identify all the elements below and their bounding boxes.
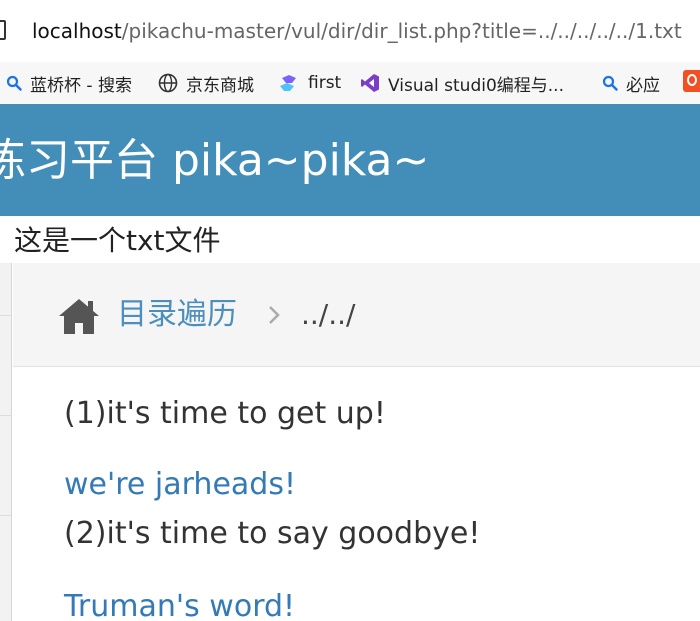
url-path: /pikachu-master/vul/dir/dir_list.php?tit… <box>121 19 682 43</box>
bookmark-visual-studio[interactable]: Visual studi0编程与... <box>360 70 564 96</box>
bookmark-label: 京东商城 <box>186 75 254 96</box>
site-title[interactable]: 练习平台 pika~pika~ <box>0 134 429 188</box>
cloud-icon <box>278 74 300 92</box>
home-icon[interactable] <box>57 296 101 336</box>
sidebar-divider <box>0 315 12 316</box>
bookmark-label: 蓝桥杯 - 搜索 <box>30 75 132 96</box>
bookmark-label: Visual studi0编程与... <box>388 75 564 96</box>
bookmark-label: first <box>308 73 342 93</box>
address-bar[interactable]: localhost/pikachu-master/vul/dir/dir_lis… <box>0 0 700 62</box>
sidebar-divider <box>0 415 12 416</box>
content-link[interactable]: Truman's word! <box>64 587 295 621</box>
url-host: localhost <box>32 19 122 43</box>
breadcrumb-link[interactable]: 目录遍历 <box>117 295 237 335</box>
included-file-text: 这是一个txt文件 <box>14 224 221 257</box>
visual-studio-icon <box>360 73 380 93</box>
breadcrumb-current: ../../ <box>301 298 356 331</box>
main-content: (1)it's time to get up! we're jarheads! … <box>13 367 700 621</box>
content-line: (2)it's time to say goodbye! <box>64 516 481 551</box>
page-info-icon[interactable] <box>0 20 6 40</box>
search-icon <box>6 75 22 91</box>
bookmark-bing[interactable]: 必应 <box>602 70 660 96</box>
bookmark-label: 必应 <box>626 75 660 96</box>
sidebar-collapsed <box>0 263 12 621</box>
bookmark-jd[interactable]: 京东商城 <box>158 70 254 96</box>
bookmark-overflow-icon[interactable] <box>683 70 700 92</box>
sidebar-divider <box>0 515 12 516</box>
globe-icon <box>158 73 178 93</box>
content-line: (1)it's time to get up! <box>64 396 386 431</box>
bookmarks-bar: 蓝桥杯 - 搜索 京东商城 first Visual studi0编程与... … <box>0 62 700 104</box>
url-text[interactable]: localhost/pikachu-master/vul/dir/dir_lis… <box>32 17 682 45</box>
bookmark-first[interactable]: first <box>278 70 341 96</box>
search-icon <box>602 75 618 91</box>
bookmark-lanqiao[interactable]: 蓝桥杯 - 搜索 <box>6 70 132 96</box>
chevron-right-icon <box>267 303 281 327</box>
page-root: localhost/pikachu-master/vul/dir/dir_lis… <box>0 0 700 621</box>
breadcrumb: 目录遍历 ../../ <box>13 263 700 367</box>
site-header: 练习平台 pika~pika~ <box>0 104 700 216</box>
content-link[interactable]: we're jarheads! <box>64 465 296 505</box>
